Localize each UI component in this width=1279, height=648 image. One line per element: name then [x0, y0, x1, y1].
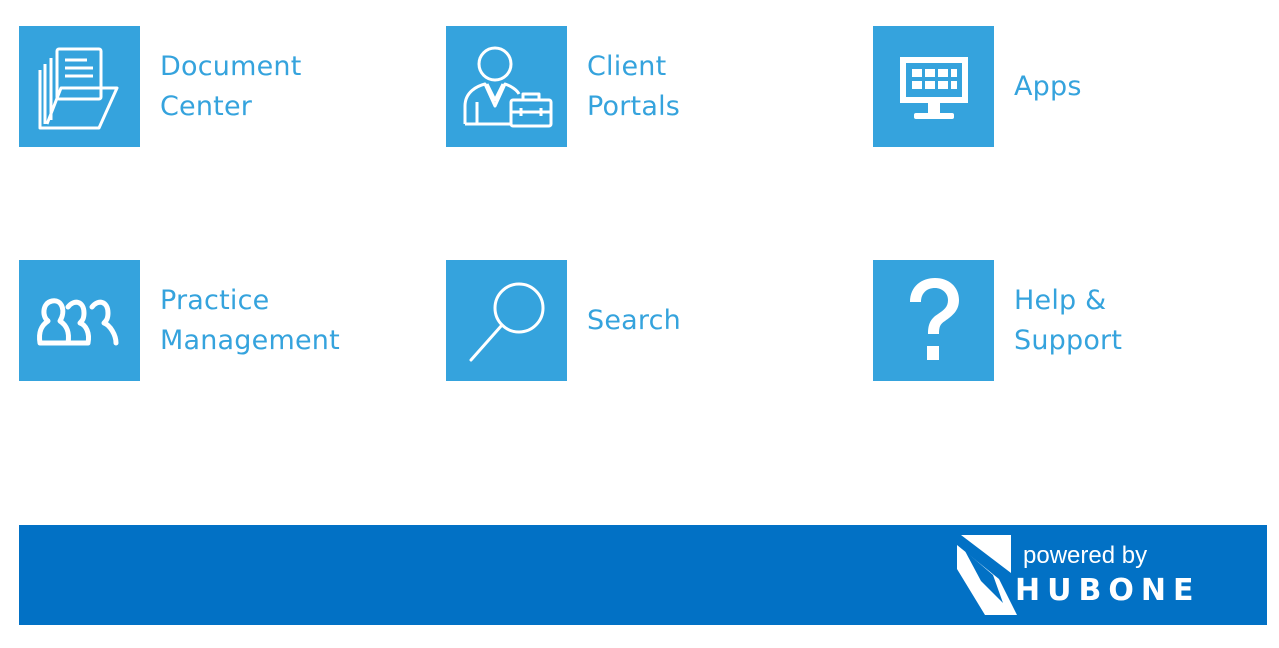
client-briefcase-icon [463, 46, 552, 127]
tile-label-line1[interactable]: Help & [1014, 281, 1122, 321]
tile-label[interactable]: Document Center [160, 47, 301, 127]
tile-icon-box[interactable] [19, 26, 140, 147]
tile-label[interactable]: Apps [1014, 67, 1082, 107]
tile-icon-box[interactable] [873, 260, 994, 381]
tile-document-center[interactable]: Document Center [19, 26, 301, 147]
powered-by-text: powered by [1023, 542, 1148, 569]
tile-label-line2[interactable]: Center [160, 87, 301, 127]
tile-label-line2[interactable]: Management [160, 321, 340, 361]
hubone-logo-mark-icon [957, 535, 1017, 615]
tile-label-line1[interactable]: Client [587, 47, 680, 87]
tile-apps[interactable]: Apps [873, 26, 1082, 147]
tile-label-line2[interactable]: Support [1014, 321, 1122, 361]
tile-label-line1[interactable]: Apps [1014, 67, 1082, 107]
tile-icon-box[interactable] [873, 26, 994, 147]
folder-documents-icon [38, 47, 118, 129]
tile-help-support[interactable]: Help & Support [873, 260, 1122, 381]
tile-label[interactable]: Search [587, 301, 681, 341]
footer-banner: powered by HUBONE [19, 525, 1267, 625]
hubone-brand: powered by HUBONE [945, 533, 1245, 617]
tile-label[interactable]: Client Portals [587, 47, 680, 127]
tile-label[interactable]: Help & Support [1014, 281, 1122, 361]
people-group-icon [36, 297, 118, 345]
hubone-wordmark: HUBONE [1015, 573, 1201, 608]
tile-client-portals[interactable]: Client Portals [446, 26, 680, 147]
question-mark-icon [909, 277, 959, 360]
magnifier-icon [469, 282, 544, 361]
tile-label-line1[interactable]: Search [587, 301, 681, 341]
tile-label[interactable]: Practice Management [160, 281, 340, 361]
tile-icon-box[interactable] [446, 260, 567, 381]
tile-icon-box[interactable] [446, 26, 567, 147]
tile-practice-management[interactable]: Practice Management [19, 260, 340, 381]
tile-label-line1[interactable]: Document [160, 47, 301, 87]
monitor-apps-icon [899, 56, 968, 119]
tile-search[interactable]: Search [446, 260, 681, 381]
tile-icon-box[interactable] [19, 260, 140, 381]
tile-label-line2[interactable]: Portals [587, 87, 680, 127]
tile-label-line1[interactable]: Practice [160, 281, 340, 321]
